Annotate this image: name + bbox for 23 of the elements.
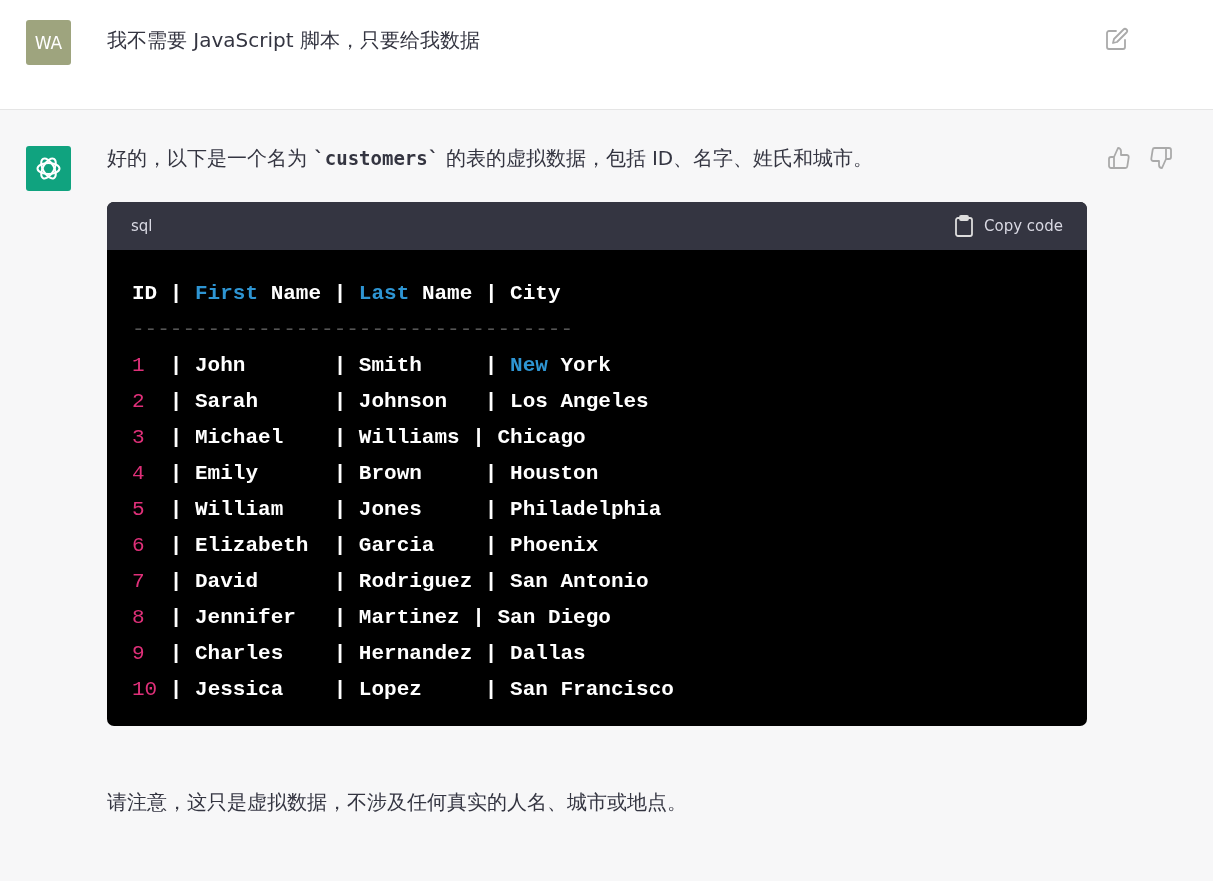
user-avatar: WA (26, 20, 71, 65)
code-line: 10 | Jessica | Lopez | San Francisco (132, 677, 675, 703)
code-language: sql (131, 217, 153, 235)
code-line: 4 | Emily | Brown | Houston (132, 461, 600, 487)
code-line: 5 | William | Jones | Philadelphia (132, 497, 663, 523)
user-message: 我不需要 JavaScript 脚本，只要给我数据 (107, 27, 481, 54)
clipboard-icon (954, 215, 974, 237)
code-line: 2 | Sarah | Johnson | Los Angeles (132, 389, 650, 415)
code-line: 6 | Elizabeth | Garcia | Phoenix (132, 533, 600, 559)
assistant-message: 好的，以下是一个名为 `customers` 的表的虚拟数据，包括 ID、名字、姓氏和城市。 (107, 145, 875, 172)
assistant-logo-icon (26, 146, 71, 191)
thumbs-up-icon[interactable] (1107, 146, 1131, 170)
code-line: 1 | John | Smith | New York (132, 353, 612, 379)
copy-code-button[interactable]: Copy code (954, 215, 1063, 237)
code-line: ID | First Name | Last Name | City (132, 281, 562, 307)
code-line: 8 | Jennifer | Martinez | San Diego (132, 605, 612, 631)
code-line: ----------------------------------- (132, 317, 575, 343)
code-line: 7 | David | Rodriguez | San Antonio (132, 569, 650, 595)
thumbs-down-icon[interactable] (1149, 146, 1173, 170)
edit-icon[interactable] (1105, 27, 1129, 51)
assistant-note: 请注意，这只是虚拟数据，不涉及任何真实的人名、城市或地点。 (107, 789, 688, 816)
code-line: 9 | Charles | Hernandez | Dallas (132, 641, 587, 667)
code-line: 3 | Michael | Williams | Chicago (132, 425, 587, 451)
